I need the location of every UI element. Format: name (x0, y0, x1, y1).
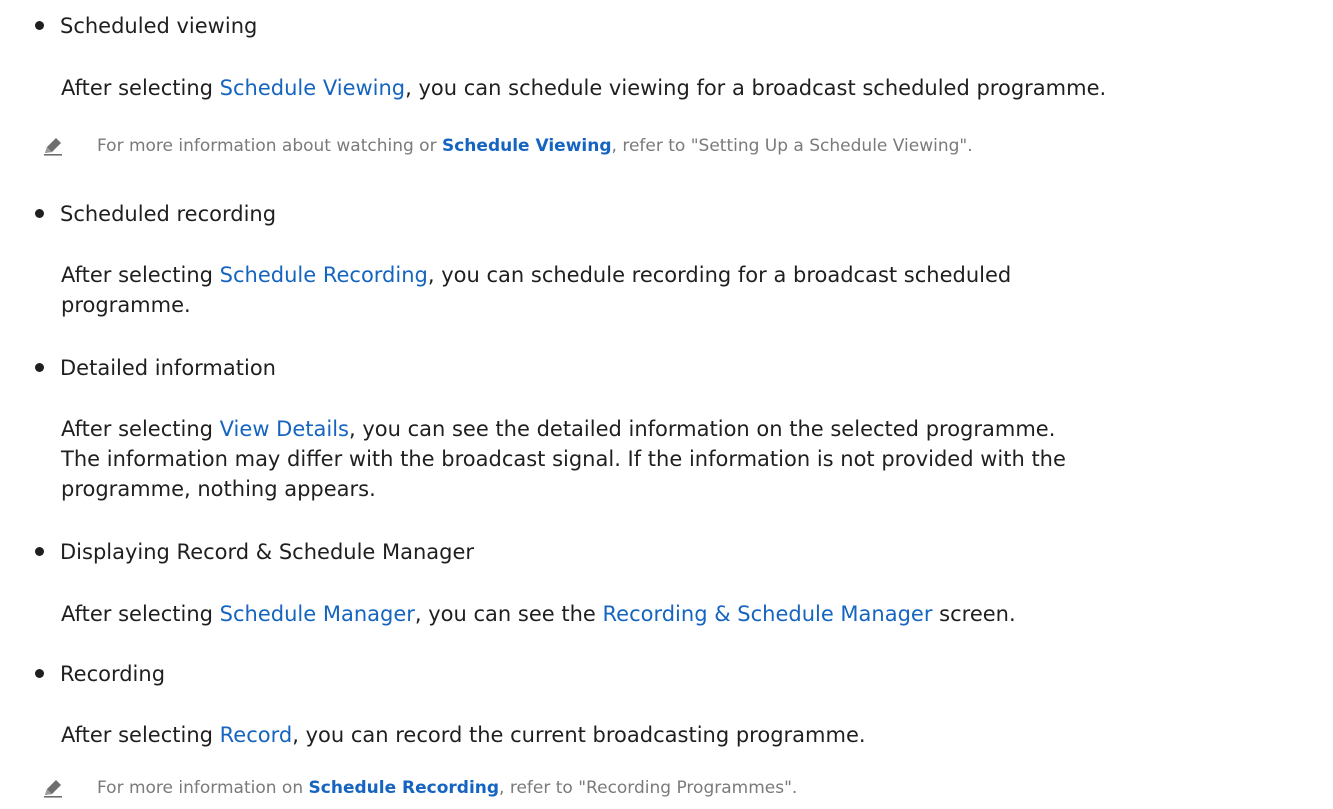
text: , you can see the (414, 602, 603, 626)
description-paragraph: After selecting View Details, you can se… (61, 414, 1311, 504)
bullet-dot (35, 21, 44, 30)
note-text: For more information about watching or S… (97, 131, 973, 161)
bullet-title: Scheduled recording (60, 202, 277, 226)
menu-link-view-details[interactable]: View Details (220, 417, 349, 441)
description-paragraph: After selecting Schedule Viewing, you ca… (61, 73, 1311, 103)
bullet-title: Recording (60, 662, 166, 686)
text: , you can schedule recording for a broad… (427, 263, 1012, 287)
pencil-note-icon (44, 138, 62, 156)
text: After selecting (61, 263, 220, 287)
bullet-title: Scheduled viewing (60, 14, 258, 38)
text: For more information on (97, 778, 309, 798)
menu-link-record[interactable]: Record (220, 723, 293, 747)
menu-link-schedule-viewing[interactable]: Schedule Viewing (442, 136, 612, 156)
menu-link-recording-schedule-manager[interactable]: Recording & Schedule Manager (603, 602, 933, 626)
menu-link-schedule-recording[interactable]: Schedule Recording (309, 778, 500, 798)
menu-link-schedule-manager[interactable]: Schedule Manager (220, 602, 415, 626)
text: , you can see the detailed information o… (348, 417, 1056, 441)
text: , refer to "Setting Up a Schedule Viewin… (611, 136, 973, 156)
menu-link-schedule-viewing[interactable]: Schedule Viewing (220, 76, 405, 100)
description-paragraph: After selecting Record, you can record t… (61, 720, 1311, 750)
bullet-dot (35, 363, 44, 372)
bullet-title: Displaying Record & Schedule Manager (60, 540, 475, 564)
bullet-dot (35, 547, 44, 556)
text: , you can record the current broadcastin… (292, 723, 866, 747)
text: After selecting (61, 417, 220, 441)
note: For more information on Schedule Recordi… (0, 773, 1333, 807)
bullet-dot (35, 669, 44, 678)
menu-link-schedule-recording[interactable]: Schedule Recording (220, 263, 428, 287)
bullet-recording: Recording (0, 656, 1333, 696)
bullet-detailed-information: Detailed information (0, 350, 1333, 390)
bullet-scheduled-recording: Scheduled recording (0, 196, 1333, 236)
bullet-title: Detailed information (60, 356, 276, 380)
description-paragraph: After selecting Schedule Recording, you … (61, 260, 1311, 320)
text: programme. (61, 293, 191, 317)
text: The information may differ with the broa… (61, 447, 1066, 471)
pencil-note-icon (44, 780, 62, 798)
text: For more information about watching or (97, 136, 442, 156)
bullet-record-schedule-manager: Displaying Record & Schedule Manager (0, 534, 1333, 574)
text: After selecting (61, 76, 220, 100)
bullet-dot (35, 209, 44, 218)
text: programme, nothing appears. (61, 477, 376, 501)
note: For more information about watching or S… (0, 131, 1333, 165)
description-paragraph: After selecting Schedule Manager, you ca… (61, 599, 1311, 629)
text: screen. (932, 602, 1016, 626)
text: After selecting (61, 723, 220, 747)
manual-page: Scheduled viewing After selecting Schedu… (0, 0, 1333, 809)
text: , you can schedule viewing for a broadca… (405, 76, 1107, 100)
text: , refer to "Recording Programmes". (499, 778, 798, 798)
bullet-scheduled-viewing: Scheduled viewing (0, 8, 1333, 48)
note-text: For more information on Schedule Recordi… (97, 773, 797, 803)
text: After selecting (61, 602, 220, 626)
